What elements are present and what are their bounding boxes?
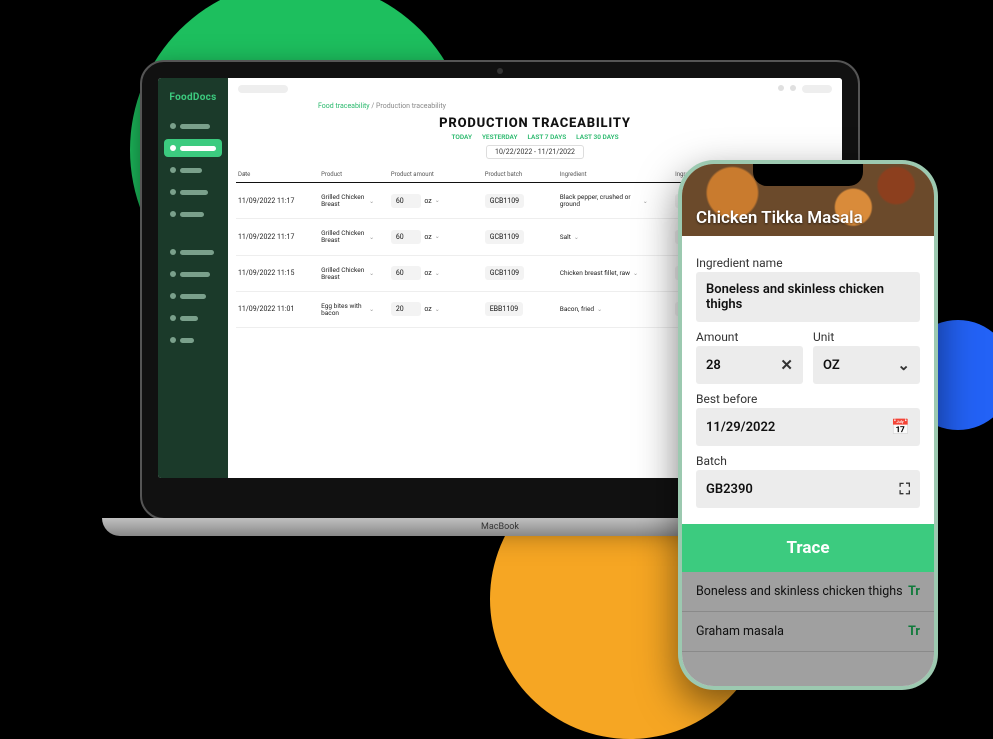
calendar-icon[interactable]: 📅 xyxy=(891,418,910,436)
chevron-down-icon: ⌄ xyxy=(369,270,374,277)
product-batch-input[interactable]: GCB1109 xyxy=(485,194,524,208)
ingredient-select[interactable]: Bacon, fried ⌄ xyxy=(560,306,602,313)
laptop-camera xyxy=(497,68,503,74)
product-amount-input[interactable]: 60 xyxy=(391,194,421,208)
chevron-down-icon: ⌄ xyxy=(435,306,440,313)
sidebar-item-6[interactable] xyxy=(164,243,222,261)
ingredient-select[interactable]: Salt ⌄ xyxy=(560,234,579,241)
sidebar-item-7[interactable] xyxy=(164,265,222,283)
chevron-down-icon: ⌄ xyxy=(369,306,374,313)
chevron-down-icon: ⌄ xyxy=(435,197,440,204)
chevron-down-icon: ⌄ xyxy=(643,198,648,205)
sidebar-item-5[interactable] xyxy=(164,205,222,223)
ingredient-select[interactable]: Black pepper, crushed or ground ⌄ xyxy=(560,194,648,208)
topbar-user[interactable] xyxy=(802,85,832,93)
app-logo: FoodDocs xyxy=(169,86,216,113)
sidebar: FoodDocs xyxy=(158,78,228,478)
th-date: Date xyxy=(236,167,319,183)
list-item-action[interactable]: Tr xyxy=(908,584,920,599)
scan-icon[interactable]: ⛶ xyxy=(899,480,910,498)
filter-today[interactable]: TODAY xyxy=(451,133,472,141)
label-best-before: Best before xyxy=(696,392,920,406)
product-unit-select[interactable]: oz ⌄ xyxy=(424,233,439,241)
list-item-action[interactable]: Tr xyxy=(908,624,920,639)
th-product: Product xyxy=(319,167,389,183)
cell-date: 11/09/2022 11:15 xyxy=(236,255,319,291)
th-product-batch: Product batch xyxy=(483,167,558,183)
breadcrumb: Food traceability / Production traceabil… xyxy=(228,100,842,112)
list-item-label: Boneless and skinless chicken thighs xyxy=(696,584,903,599)
product-amount-input[interactable]: 20 xyxy=(391,302,421,316)
product-unit-select[interactable]: oz ⌄ xyxy=(424,305,439,313)
product-select[interactable]: Grilled Chicken Breast ⌄ xyxy=(321,267,374,281)
cell-date: 11/09/2022 11:01 xyxy=(236,291,319,327)
filter-last7[interactable]: LAST 7 DAYS xyxy=(527,133,566,141)
batch-field[interactable]: GB2390 ⛶ xyxy=(696,470,920,508)
list-item[interactable]: Graham masala Tr xyxy=(682,612,934,652)
recipe-title: Chicken Tikka Masala xyxy=(696,208,863,228)
product-select[interactable]: Grilled Chicken Breast ⌄ xyxy=(321,194,374,208)
filter-yesterday[interactable]: YESTERDAY xyxy=(482,133,518,141)
ingredient-list: Boneless and skinless chicken thighsTrGr… xyxy=(682,572,934,686)
label-ingredient-name: Ingredient name xyxy=(696,256,920,270)
chevron-down-icon: ⌄ xyxy=(897,356,910,374)
chevron-down-icon: ⌄ xyxy=(435,270,440,277)
filter-last30[interactable]: LAST 30 DAYS xyxy=(576,133,618,141)
unit-select[interactable]: OZ ⌄ xyxy=(813,346,920,384)
macbook-label: MacBook xyxy=(481,522,519,532)
page-title: PRODUCTION TRACEABILITY xyxy=(228,112,842,133)
label-amount: Amount xyxy=(696,330,803,344)
product-unit-select[interactable]: oz ⌄ xyxy=(424,197,439,205)
sidebar-item-10[interactable] xyxy=(164,331,222,349)
date-filter-tabs: TODAY YESTERDAY LAST 7 DAYS LAST 30 DAYS xyxy=(228,133,842,141)
product-unit-select[interactable]: oz ⌄ xyxy=(424,269,439,277)
mobile-app: Chicken Tikka Masala Ingredient name Bon… xyxy=(682,164,934,686)
phone-frame: Chicken Tikka Masala Ingredient name Bon… xyxy=(678,160,938,690)
cell-date: 11/09/2022 11:17 xyxy=(236,219,319,255)
label-unit: Unit xyxy=(813,330,920,344)
label-batch: Batch xyxy=(696,454,920,468)
product-batch-input[interactable]: EBB1109 xyxy=(485,302,523,316)
ingredient-name-field[interactable]: Boneless and skinless chicken thighs xyxy=(696,272,920,322)
topbar xyxy=(228,78,842,100)
chevron-down-icon: ⌄ xyxy=(435,233,440,240)
chevron-down-icon: ⌄ xyxy=(574,234,579,241)
cell-date: 11/09/2022 11:17 xyxy=(236,183,319,219)
topbar-placeholder xyxy=(238,85,288,93)
sidebar-item-1[interactable] xyxy=(164,117,222,135)
breadcrumb-parent[interactable]: Food traceability xyxy=(318,102,370,110)
best-before-field[interactable]: 11/29/2022 📅 xyxy=(696,408,920,446)
sidebar-item-8[interactable] xyxy=(164,287,222,305)
date-range-input[interactable]: 10/22/2022 - 11/21/2022 xyxy=(486,145,584,159)
breadcrumb-current: Production traceability xyxy=(376,102,446,110)
amount-field[interactable]: 28 ✕ xyxy=(696,346,803,384)
list-item[interactable]: Boneless and skinless chicken thighs Tr xyxy=(682,572,934,612)
sidebar-item-9[interactable] xyxy=(164,309,222,327)
product-batch-input[interactable]: GCB1109 xyxy=(485,230,524,244)
phone-notch xyxy=(753,164,863,186)
list-item-label: Graham masala xyxy=(696,624,784,639)
chevron-down-icon: ⌄ xyxy=(369,198,374,205)
sidebar-item-4[interactable] xyxy=(164,183,222,201)
ingredient-select[interactable]: Chicken breast fillet, raw ⌄ xyxy=(560,270,638,277)
search-icon[interactable]: ⌕ xyxy=(242,169,247,179)
product-select[interactable]: Grilled Chicken Breast ⌄ xyxy=(321,230,374,244)
chevron-down-icon: ⌄ xyxy=(369,234,374,241)
topbar-icon-2[interactable] xyxy=(790,85,796,91)
chevron-down-icon: ⌄ xyxy=(597,306,602,313)
product-batch-input[interactable]: GCB1109 xyxy=(485,266,524,280)
topbar-icon-1[interactable] xyxy=(778,85,784,91)
chevron-down-icon: ⌄ xyxy=(633,270,638,277)
th-product-amount: Product amount xyxy=(389,167,483,183)
product-amount-input[interactable]: 60 xyxy=(391,230,421,244)
clear-icon[interactable]: ✕ xyxy=(780,356,793,374)
trace-button[interactable]: Trace xyxy=(682,524,934,572)
th-ingredient: Ingredient xyxy=(558,167,673,183)
sidebar-item-3[interactable] xyxy=(164,161,222,179)
product-amount-input[interactable]: 60 xyxy=(391,266,421,280)
sidebar-item-active[interactable] xyxy=(164,139,222,157)
product-select[interactable]: Egg bites with bacon ⌄ xyxy=(321,303,374,317)
